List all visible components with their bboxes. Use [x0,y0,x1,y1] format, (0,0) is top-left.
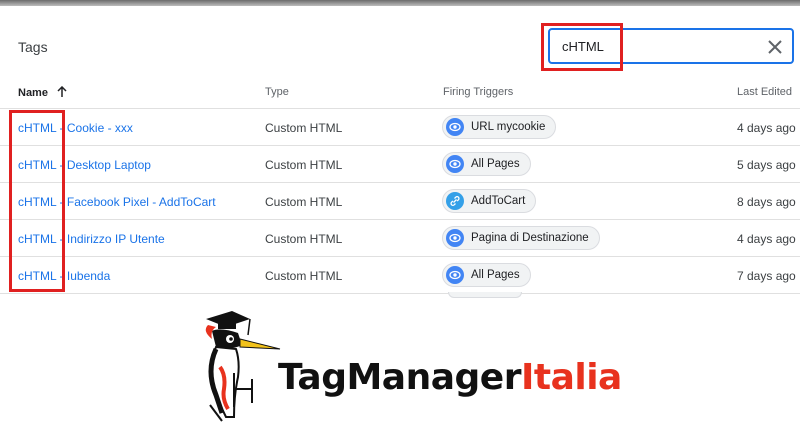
panel-title: Tags [18,39,48,55]
eye-icon [446,155,464,173]
column-header-triggers[interactable]: Firing Triggers [443,86,513,98]
last-edited: 5 days ago [737,158,796,172]
tag-type: Custom HTML [265,121,343,135]
highlight-box-search [541,23,623,71]
last-edited: 8 days ago [737,195,796,209]
tag-type: Custom HTML [265,232,343,246]
column-header-last-edited[interactable]: Last Edited [737,86,792,98]
tag-type: Custom HTML [265,158,343,172]
eye-icon [446,229,464,247]
eye-icon [446,266,464,284]
table-row[interactable]: cHTML - Cookie - xxx Custom HTML URL myc… [0,109,800,146]
trigger-label: All Pages [471,269,520,281]
arrow-up-icon[interactable] [57,85,67,101]
tag-type: Custom HTML [265,269,343,283]
table-header: Name Type Firing Triggers Last Edited [0,74,800,109]
trigger-chip[interactable]: All Pages [442,152,531,176]
trigger-chip-partial [448,292,522,298]
trigger-chip[interactable]: Pagina di Destinazione [442,226,600,250]
table-row[interactable]: cHTML - Indirizzo IP Utente Custom HTML … [0,220,800,257]
trigger-chip[interactable]: All Pages [442,263,531,287]
table-row[interactable]: cHTML - Iubenda Custom HTML All Pages 7 … [0,257,800,294]
table-row[interactable]: cHTML - Desktop Laptop Custom HTML All P… [0,146,800,183]
woodpecker-mascot-icon [205,311,281,422]
logo-wordmark: TagManagerItalia [278,357,622,398]
trigger-chip[interactable]: AddToCart [442,189,537,213]
link-icon [446,192,464,210]
column-header-type[interactable]: Type [265,86,289,98]
close-icon[interactable] [764,36,786,58]
trigger-chip[interactable]: URL mycookie [442,115,557,139]
trigger-label: All Pages [471,158,520,170]
column-header-name[interactable]: Name [18,85,67,101]
tag-type: Custom HTML [265,195,343,209]
trigger-label: URL mycookie [471,121,546,133]
logo-text-dark: TagManager [278,357,521,398]
eye-icon [446,118,464,136]
last-edited: 7 days ago [737,269,796,283]
trigger-label: AddToCart [471,195,526,207]
highlight-box-names [9,110,65,292]
trigger-label: Pagina di Destinazione [471,232,589,244]
last-edited: 4 days ago [737,121,796,135]
column-header-name-label: Name [18,87,48,99]
last-edited: 4 days ago [737,232,796,246]
logo-text-red: Italia [520,357,622,398]
tagmanageritalia-logo: TagManagerItalia [190,305,622,425]
table-row[interactable]: cHTML - Facebook Pixel - AddToCart Custo… [0,183,800,220]
